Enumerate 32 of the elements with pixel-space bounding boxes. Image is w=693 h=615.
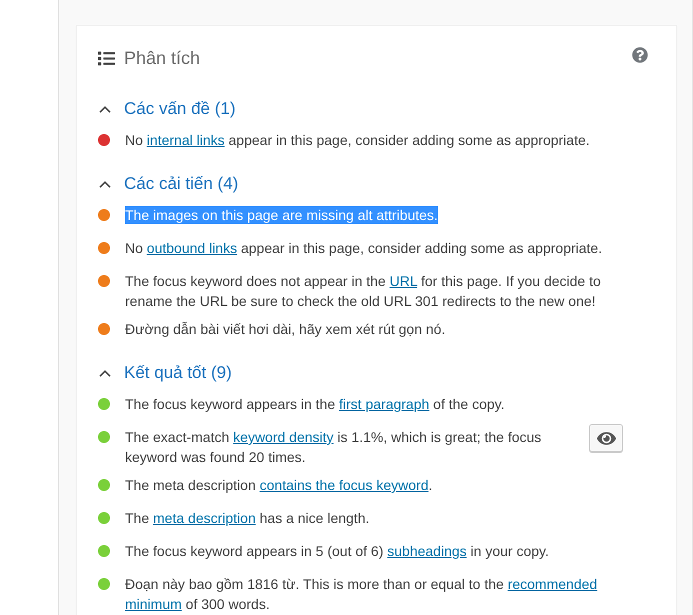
- result-text: The meta description has a nice length.: [125, 510, 370, 526]
- result-text: The exact-match keyword density is 1.1%, which is great; the focus keyword was found 20 times.: [125, 429, 542, 465]
- chevron-up-icon: [99, 106, 111, 112]
- result-text: The focus keyword appears in the first paragraph of the copy.: [125, 396, 505, 412]
- result-text: Đoạn này bao gồm 1816 từ. This is more than or equal to the recommended minimum of 300 words.: [125, 576, 598, 612]
- text-link[interactable]: minimum: [125, 596, 182, 612]
- text-link[interactable]: internal links: [146, 132, 225, 148]
- panel-title: Phân tích: [124, 47, 200, 70]
- eye-button[interactable]: [589, 424, 623, 452]
- list-icon: [98, 50, 115, 66]
- result-text: The focus keyword does not appear in the URL for this page. If you decide to rename the URL be sure to check the old URL 301 redirects to the new one!: [125, 273, 601, 309]
- help-icon: [632, 47, 648, 63]
- section-heading[interactable]: Kết quả tốt (9): [98, 361, 232, 385]
- result-text: No outbound links appear in this page, consider adding some as appropriate.: [125, 240, 602, 256]
- result-text: The focus keyword appears in 5 (out of 6) subheadings in your copy.: [125, 543, 549, 559]
- result-text: The images on this page are missing alt attributes.: [125, 206, 438, 224]
- result-text: No internal links appear in this page, consider adding some as appropriate.: [125, 132, 590, 148]
- text-link[interactable]: outbound links: [146, 240, 238, 256]
- text-link[interactable]: contains the focus keyword: [260, 477, 428, 493]
- text-link[interactable]: first paragraph: [339, 396, 430, 412]
- section-heading[interactable]: Các cải tiến (4): [98, 172, 238, 196]
- text-link[interactable]: meta description: [153, 510, 256, 526]
- result-text: Đường dẫn bài viết hơi dài, hãy xem xét rút gọn nó.: [125, 321, 446, 337]
- text-link[interactable]: keyword density: [233, 429, 334, 445]
- help-button[interactable]: [632, 47, 648, 63]
- text-link[interactable]: subheadings: [387, 543, 467, 559]
- section-heading[interactable]: Các vấn đề (1): [98, 97, 236, 121]
- text-link[interactable]: recommended: [508, 576, 598, 592]
- chevron-up-icon: [99, 180, 111, 188]
- result-text: The meta description contains the focus keyword.: [125, 477, 432, 493]
- text-link[interactable]: URL: [390, 273, 418, 289]
- chevron-up-icon: [99, 370, 111, 376]
